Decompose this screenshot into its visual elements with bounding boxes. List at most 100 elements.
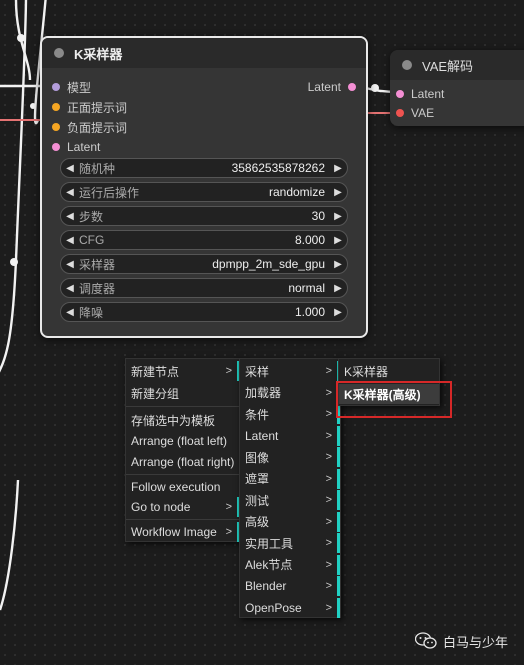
highlight-annotation-box	[336, 381, 452, 418]
widget-label: 采样器	[79, 257, 116, 272]
increment-arrow-icon[interactable]: ▶	[329, 235, 347, 246]
widget-label: 步数	[79, 209, 104, 224]
increment-arrow-icon[interactable]: ▶	[329, 283, 347, 294]
menu-item-conditioning[interactable]: 条件 >	[240, 404, 340, 424]
menu-item-label: 存储选中为模板	[131, 413, 216, 428]
menu-item-new-group[interactable]: 新建分组	[126, 383, 240, 403]
menu-item-mask[interactable]: 遮罩 >	[240, 468, 340, 489]
menu-item-new-node[interactable]: 新建节点 >	[126, 361, 240, 381]
widget-scheduler[interactable]: ◀ 调度器 normal ▶	[60, 278, 348, 298]
widget-value: 1.000	[294, 305, 325, 319]
ksampler-node[interactable]: K采样器 模型 正面提示词 负面提示词 Latent Latent ◀ 随机种 …	[40, 36, 368, 338]
submenu-arrow-icon: >	[325, 515, 332, 528]
widget-seed[interactable]: ◀ 随机种 35862535878262 ▶	[60, 158, 348, 178]
submenu-arrow-icon: >	[225, 526, 232, 538]
decrement-arrow-icon[interactable]: ◀	[61, 211, 79, 222]
increment-arrow-icon[interactable]: ▶	[329, 187, 347, 198]
widget-sampler[interactable]: ◀ 采样器 dpmpp_2m_sde_gpu ▶	[60, 254, 348, 274]
input-label: Latent	[67, 140, 101, 154]
submenu-arrow-icon: >	[325, 580, 332, 592]
menu-item-alek-nodes[interactable]: Alek节点 >	[240, 554, 340, 575]
slot-dot-icon[interactable]	[396, 90, 404, 98]
slot-dot-icon[interactable]	[348, 83, 356, 91]
canvas-context-menu: 新建节点 > 新建分组 存储选中为模板 Arrange (float left)…	[125, 358, 241, 542]
menu-item-loaders[interactable]: 加载器 >	[240, 382, 340, 403]
menu-item-save-template[interactable]: 存储选中为模板	[126, 410, 240, 430]
menu-item-label: Latent	[245, 428, 279, 443]
submenu-arrow-icon: >	[325, 601, 332, 614]
slot-dot-icon[interactable]	[396, 109, 404, 117]
menu-item-latent[interactable]: Latent >	[240, 425, 340, 446]
input-negative[interactable]: 负面提示词	[52, 118, 127, 136]
vae-decode-node[interactable]: VAE解码 Latent VAE	[390, 50, 524, 126]
slot-dot-icon[interactable]	[52, 123, 60, 131]
watermark-text: 白马与少年	[443, 634, 509, 650]
slot-dot-icon[interactable]	[52, 83, 60, 91]
input-positive[interactable]: 正面提示词	[52, 98, 127, 116]
decrement-arrow-icon[interactable]: ◀	[61, 283, 79, 294]
output-latent[interactable]: Latent	[308, 78, 356, 96]
menu-item-label: Arrange (float right)	[131, 455, 235, 469]
increment-arrow-icon[interactable]: ▶	[329, 211, 347, 222]
collapse-dot-icon[interactable]	[402, 60, 412, 70]
menu-item-test[interactable]: 测试 >	[240, 490, 340, 510]
menu-item-label: Follow execution	[131, 480, 221, 494]
slot-dot-icon[interactable]	[52, 103, 60, 111]
slot-dot-icon[interactable]	[52, 143, 60, 151]
widget-denoise[interactable]: ◀ 降噪 1.000 ▶	[60, 302, 348, 322]
decrement-arrow-icon[interactable]: ◀	[61, 307, 79, 318]
menu-item-follow-execution[interactable]: Follow execution	[126, 477, 240, 497]
decrement-arrow-icon[interactable]: ◀	[61, 235, 79, 246]
widget-cfg[interactable]: ◀ CFG 8.000 ▶	[60, 230, 348, 250]
widget-value: dpmpp_2m_sde_gpu	[212, 257, 325, 271]
menu-item-utils[interactable]: 实用工具 >	[240, 533, 340, 553]
widget-steps[interactable]: ◀ 步数 30 ▶	[60, 206, 348, 226]
increment-arrow-icon[interactable]: ▶	[329, 163, 347, 174]
submenu-arrow-icon: >	[325, 558, 332, 571]
widget-value: 35862535878262	[231, 161, 325, 175]
collapse-dot-icon[interactable]	[54, 48, 64, 58]
menu-separator	[126, 474, 240, 475]
menu-item-label: 测试	[245, 493, 270, 508]
widget-control-after-generate[interactable]: ◀ 运行后操作 randomize ▶	[60, 182, 348, 202]
menu-item-label: 新建节点	[131, 364, 180, 379]
input-model[interactable]: 模型	[52, 78, 91, 96]
menu-item-label: OpenPose	[245, 600, 302, 615]
output-label: Latent	[307, 80, 341, 94]
menu-separator	[126, 406, 240, 407]
input-latent[interactable]: Latent	[396, 85, 444, 103]
input-label: 模型	[67, 80, 92, 95]
menu-item-go-to-node[interactable]: Go to node >	[126, 497, 240, 517]
menu-item-openpose[interactable]: OpenPose >	[240, 597, 340, 618]
menu-item-arrange-right[interactable]: Arrange (float right)	[126, 452, 240, 472]
menu-item-label: 条件	[245, 407, 270, 422]
menu-item-label: K采样器	[344, 364, 389, 379]
input-latent[interactable]: Latent	[52, 138, 100, 156]
menu-item-label: Blender	[245, 579, 287, 593]
menu-item-ksampler[interactable]: K采样器	[339, 361, 439, 381]
node-category-menu: 采样 > 加载器 > 条件 > Latent > 图像 > 遮罩 > 测试 > …	[239, 358, 341, 618]
increment-arrow-icon[interactable]: ▶	[329, 259, 347, 270]
vae-title-bar[interactable]: VAE解码	[390, 50, 524, 80]
input-label: Latent	[411, 87, 445, 101]
decrement-arrow-icon[interactable]: ◀	[61, 259, 79, 270]
menu-item-image[interactable]: 图像 >	[240, 447, 340, 467]
submenu-arrow-icon: >	[225, 501, 232, 513]
menu-item-sampling[interactable]: 采样 >	[240, 361, 340, 381]
menu-item-arrange-left[interactable]: Arrange (float left)	[126, 431, 240, 451]
menu-item-workflow-image[interactable]: Workflow Image >	[126, 522, 240, 542]
menu-item-blender[interactable]: Blender >	[240, 576, 340, 596]
decrement-arrow-icon[interactable]: ◀	[61, 187, 79, 198]
decrement-arrow-icon[interactable]: ◀	[61, 163, 79, 174]
widget-value: normal	[288, 281, 325, 295]
increment-arrow-icon[interactable]: ▶	[329, 307, 347, 318]
input-vae[interactable]: VAE	[396, 104, 434, 122]
submenu-arrow-icon: >	[225, 365, 232, 377]
submenu-arrow-icon: >	[325, 365, 332, 377]
ksampler-title-bar[interactable]: K采样器	[42, 38, 366, 68]
widget-label: 降噪	[79, 305, 104, 320]
menu-item-label: 采样	[245, 364, 270, 379]
menu-item-label: Go to node	[131, 500, 191, 514]
widget-value: randomize	[268, 185, 325, 199]
menu-item-advanced[interactable]: 高级 >	[240, 511, 340, 532]
